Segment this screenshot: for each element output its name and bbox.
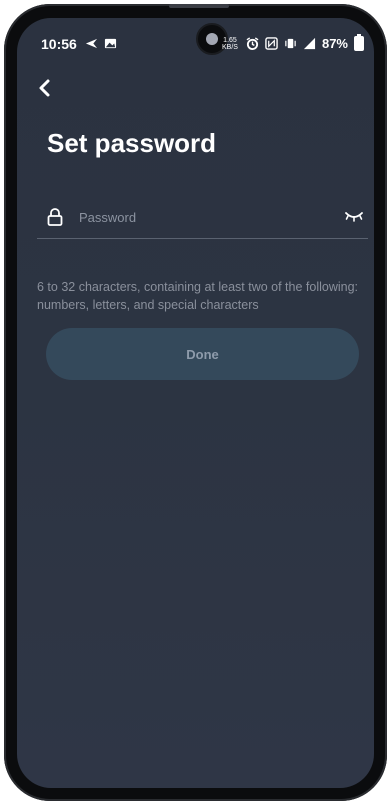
eye-closed-icon[interactable]	[344, 210, 364, 222]
screen: 10:56 1.65 KB/S 87% Set password 6 to 32…	[17, 18, 374, 788]
password-field[interactable]	[37, 198, 368, 239]
net-speed-unit: KB/S	[222, 43, 238, 51]
signal-icon	[303, 37, 316, 50]
net-speed-value: 1.65	[223, 36, 237, 44]
status-right-icons: 1.65 KB/S 87%	[222, 34, 364, 51]
alarm-icon	[246, 37, 259, 50]
status-time: 10:56	[41, 36, 77, 52]
page-title: Set password	[47, 128, 217, 158]
status-left-icons	[85, 37, 117, 50]
password-input[interactable]	[77, 203, 331, 231]
navigation-icon	[85, 38, 98, 49]
status-bar: 10:56 1.65 KB/S 87%	[17, 34, 374, 56]
vibrate-icon	[285, 38, 296, 49]
nfc-icon	[265, 37, 278, 50]
speaker-grille	[169, 4, 229, 8]
phone-frame: 10:56 1.65 KB/S 87% Set password 6 to 32…	[4, 4, 387, 801]
back-button[interactable]	[37, 73, 67, 103]
image-icon	[104, 38, 117, 49]
done-button[interactable]: Done	[46, 328, 359, 380]
back-arrow-icon	[39, 79, 50, 97]
net-speed: 1.65 KB/S	[222, 37, 238, 51]
password-requirements-hint: 6 to 32 characters, containing at least …	[37, 280, 359, 312]
lock-icon	[47, 208, 63, 226]
battery-percentage: 87%	[321, 36, 348, 51]
battery-icon	[354, 34, 364, 51]
